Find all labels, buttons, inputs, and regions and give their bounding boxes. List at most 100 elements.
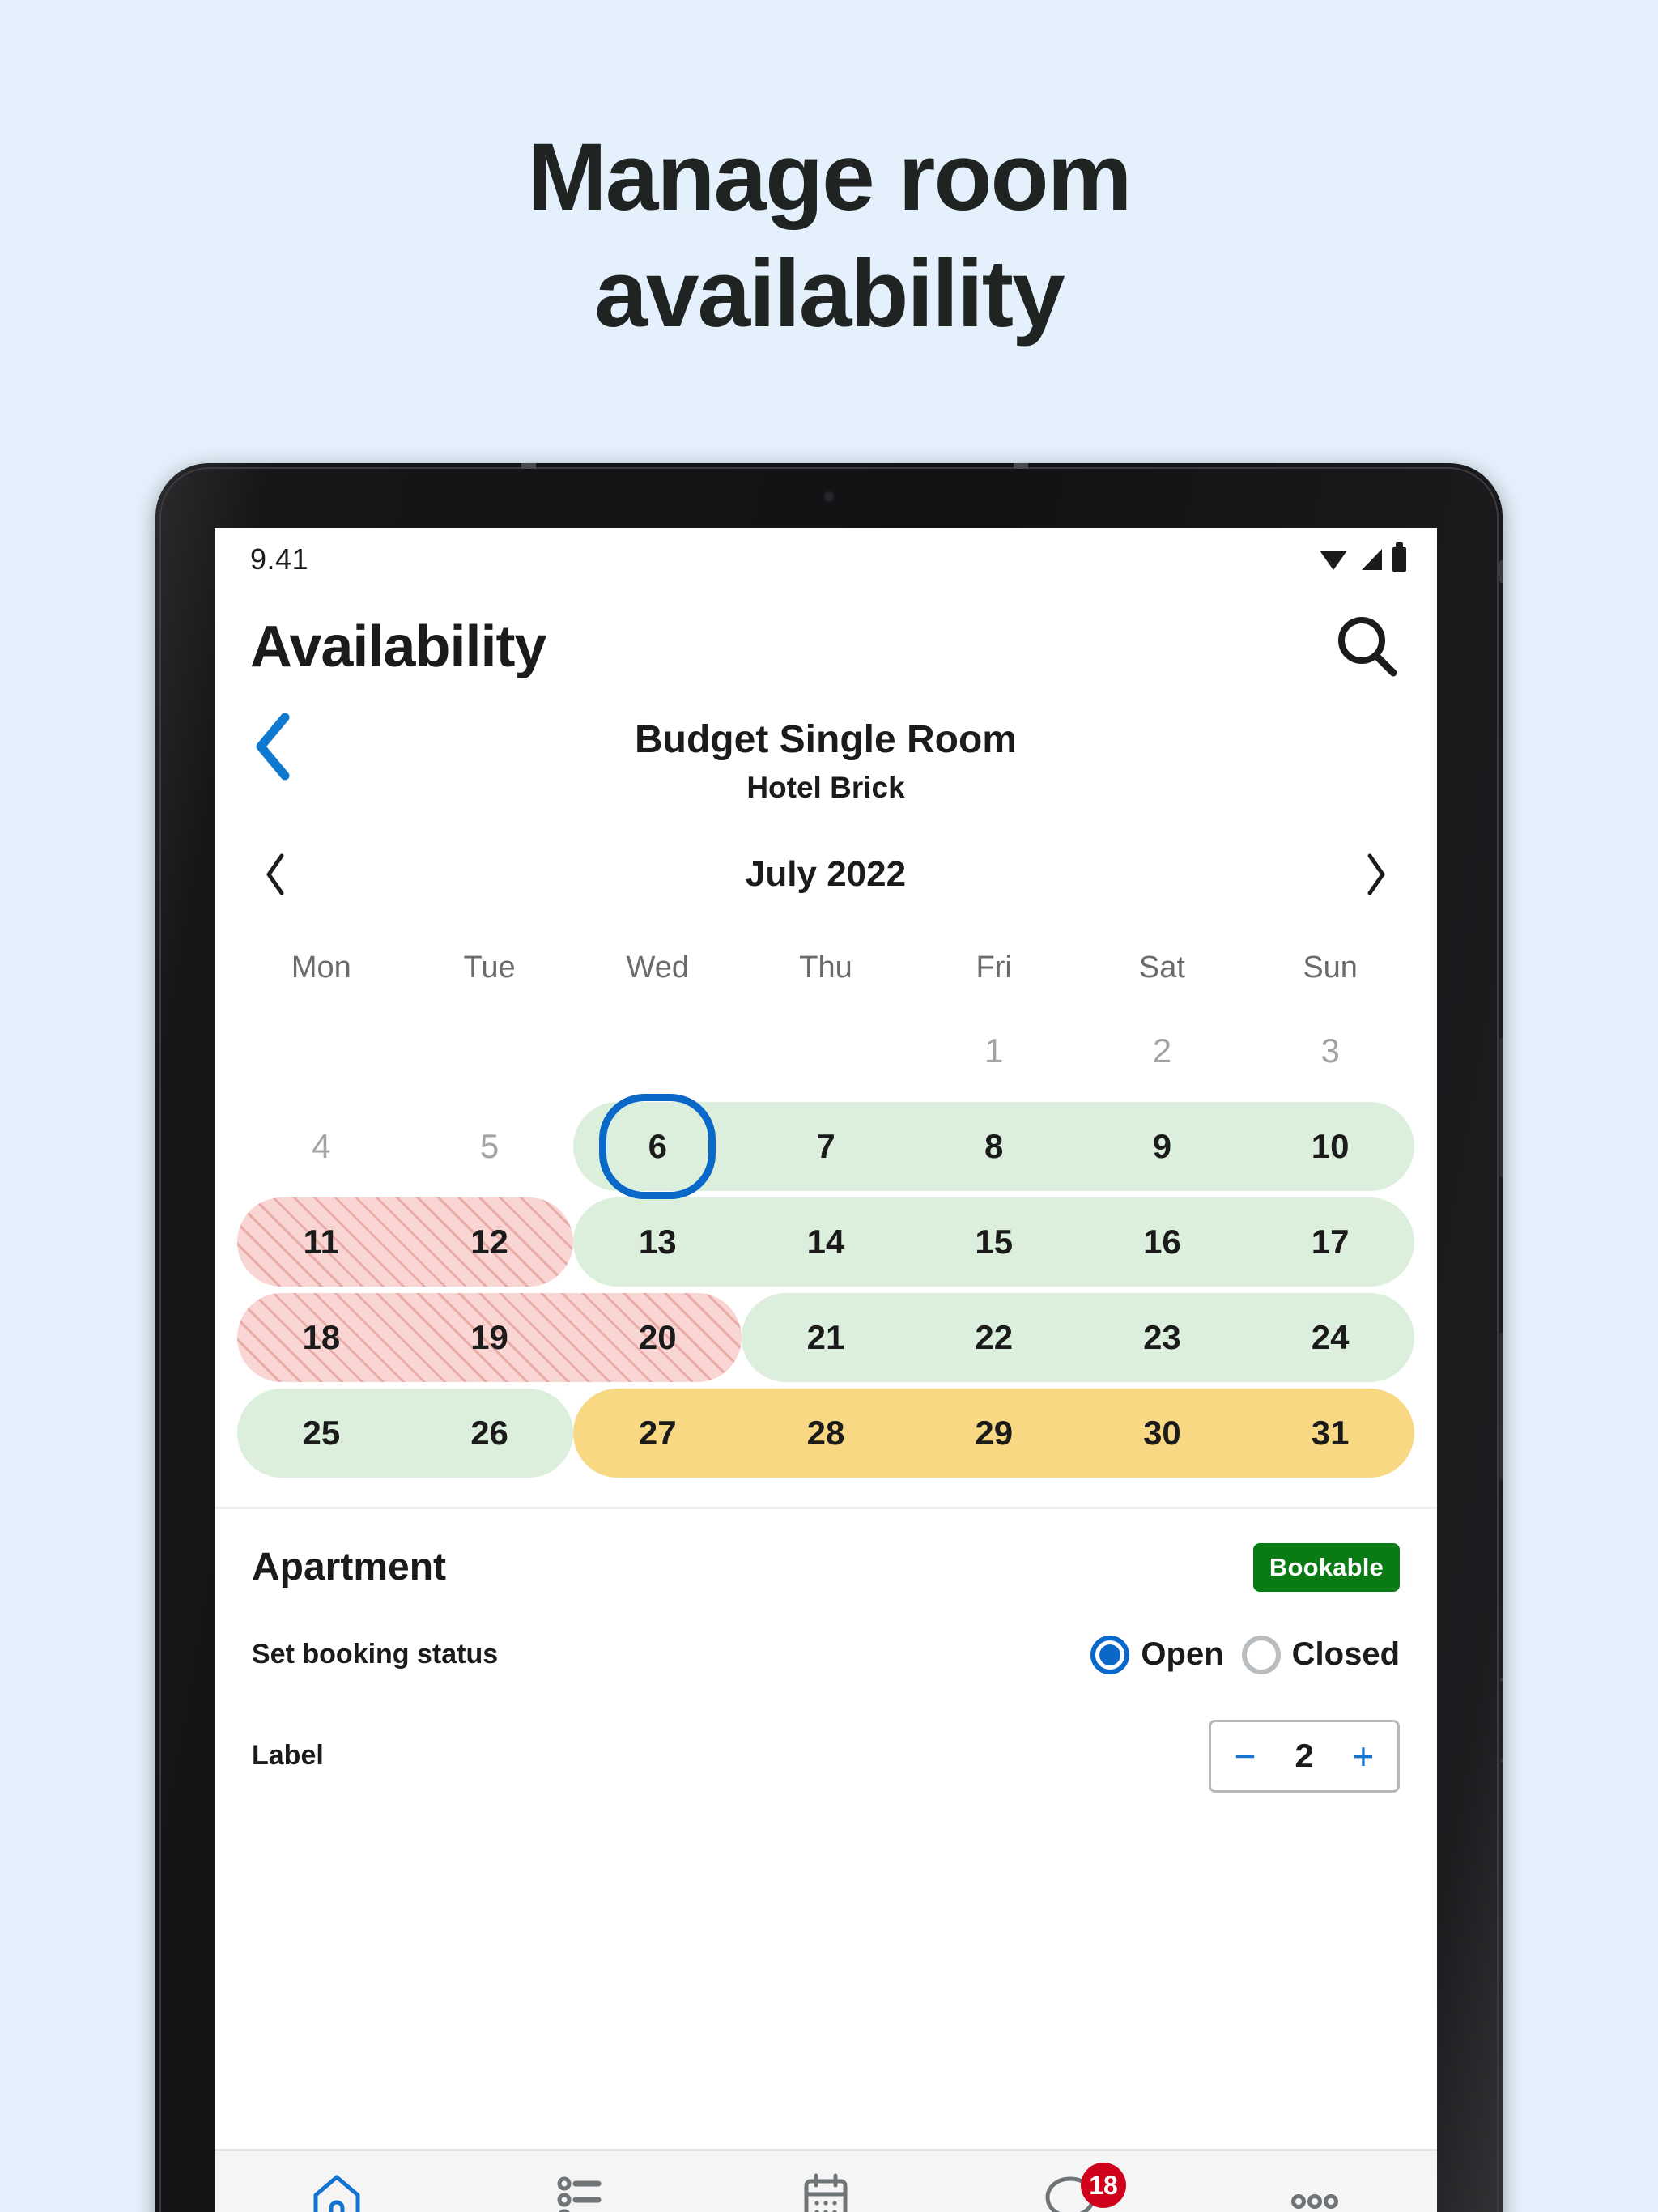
nav-item-home[interactable] bbox=[260, 2169, 414, 2212]
next-month-button[interactable] bbox=[1350, 849, 1401, 900]
wifi-icon bbox=[1320, 551, 1347, 570]
calendar-day[interactable]: 31 bbox=[1246, 1389, 1414, 1478]
list-icon bbox=[557, 2176, 602, 2212]
nav-item-calendar[interactable] bbox=[749, 2169, 903, 2212]
search-button[interactable] bbox=[1330, 610, 1405, 684]
chevron-left-icon bbox=[266, 853, 284, 895]
calendar-day[interactable]: 30 bbox=[1078, 1389, 1247, 1478]
side-seam-top bbox=[1499, 560, 1503, 583]
stepper-decrement-button[interactable]: − bbox=[1229, 1738, 1261, 1775]
calendar-day[interactable]: 2 bbox=[1078, 1006, 1247, 1095]
stepper-value: 2 bbox=[1295, 1736, 1314, 1775]
calendar-day[interactable]: 12 bbox=[406, 1197, 574, 1287]
calendar-day[interactable]: 19 bbox=[406, 1293, 574, 1382]
nav-item-messages[interactable]: 18 bbox=[993, 2163, 1147, 2212]
calendar-day[interactable]: 5 bbox=[406, 1102, 574, 1191]
calendar-day[interactable]: 21 bbox=[742, 1293, 910, 1382]
calendar-day[interactable]: 11 bbox=[237, 1197, 406, 1287]
previous-month-button[interactable] bbox=[250, 849, 302, 900]
calendar-day[interactable]: 9 bbox=[1078, 1102, 1247, 1191]
room-name: Budget Single Room bbox=[635, 718, 1017, 761]
calendar-day[interactable]: 24 bbox=[1246, 1293, 1414, 1382]
calendar-day[interactable]: 26 bbox=[406, 1389, 574, 1478]
calendar-weeks: 1 2 3 4 5 6 7 8 9 10 11 12 13 14 15 16 17 18 19 20 21 22 23 24 2… bbox=[237, 1006, 1414, 1478]
headline-line-2: availability bbox=[594, 240, 1065, 347]
calendar-day[interactable]: 15 bbox=[910, 1197, 1078, 1287]
nav-item-list[interactable] bbox=[504, 2169, 658, 2212]
calendar-day-empty bbox=[406, 1006, 574, 1095]
status-badge: Bookable bbox=[1252, 1542, 1400, 1592]
calendar-day-grid: 11 12 13 14 15 16 17 bbox=[237, 1197, 1414, 1287]
calendar-day[interactable]: 8 bbox=[910, 1102, 1078, 1191]
calendar-day[interactable]: 18 bbox=[237, 1293, 406, 1382]
radio-option-open[interactable]: Open bbox=[1090, 1635, 1224, 1674]
calendar-week-row: 4 5 6 7 8 9 10 bbox=[237, 1101, 1414, 1191]
calendar-day[interactable]: 17 bbox=[1246, 1197, 1414, 1287]
room-header: Budget Single Room Hotel Brick bbox=[215, 703, 1437, 819]
calendar-day-empty bbox=[237, 1006, 406, 1095]
calendar-day[interactable]: 3 bbox=[1246, 1006, 1414, 1095]
home-icon bbox=[313, 2175, 360, 2212]
back-button[interactable] bbox=[236, 708, 313, 785]
calendar-day[interactable]: 6 bbox=[573, 1102, 742, 1191]
calendar-day[interactable]: 29 bbox=[910, 1389, 1078, 1478]
calendar-weekday: Thu bbox=[799, 950, 852, 985]
calendar-weekday: Sun bbox=[1303, 950, 1358, 985]
calendar-day-grid: 123 bbox=[237, 1006, 1414, 1095]
calendar-weekday: Tue bbox=[463, 950, 516, 985]
radio-closed[interactable] bbox=[1241, 1635, 1281, 1674]
calendar-day-grid: 25 26 27 28 29 30 31 bbox=[237, 1389, 1414, 1478]
status-icons bbox=[1319, 542, 1406, 572]
calendar-day[interactable]: 22 bbox=[910, 1293, 1078, 1382]
device-frame: 9.41 Availability Budget Single Room Hot… bbox=[155, 463, 1503, 2212]
battery-icon bbox=[1392, 542, 1406, 572]
calendar-day[interactable]: 27 bbox=[573, 1389, 742, 1478]
calendar-weekday-row: Mon Tue Wed Thu Fri Sat Sun bbox=[237, 933, 1414, 1006]
calendar-day[interactable]: 14 bbox=[742, 1197, 910, 1287]
detail-panel: Apartment Bookable Set booking status Op… bbox=[215, 1509, 1437, 1793]
stepper-increment-button[interactable]: + bbox=[1347, 1738, 1380, 1775]
calendar-day[interactable]: 7 bbox=[742, 1102, 910, 1191]
calendar-day[interactable]: 23 bbox=[1078, 1293, 1247, 1382]
nav-item-more[interactable] bbox=[1238, 2169, 1392, 2212]
front-camera bbox=[823, 491, 835, 503]
calendar-icon bbox=[804, 2173, 848, 2212]
chevron-left-icon bbox=[256, 713, 290, 781]
calendar-day[interactable]: 4 bbox=[237, 1102, 406, 1191]
volume-up-button[interactable] bbox=[1499, 1038, 1503, 1177]
calendar-day[interactable]: 25 bbox=[237, 1389, 406, 1478]
antenna-seam-left bbox=[521, 463, 536, 469]
calendar-day[interactable]: 28 bbox=[742, 1389, 910, 1478]
app-bar: Availability bbox=[215, 591, 1437, 703]
calendar-weekday: Sat bbox=[1138, 950, 1185, 985]
calendar-day[interactable]: 10 bbox=[1246, 1102, 1414, 1191]
status-bar: 9.41 bbox=[215, 528, 1437, 591]
calendar-day[interactable]: 1 bbox=[910, 1006, 1078, 1095]
chevron-right-icon bbox=[1367, 853, 1385, 895]
month-label: July 2022 bbox=[745, 853, 907, 894]
quantity-stepper: − 2 + bbox=[1209, 1719, 1400, 1793]
status-time: 9.41 bbox=[250, 542, 309, 576]
radio-option-closed[interactable]: Closed bbox=[1241, 1635, 1400, 1674]
panel-header-row: Apartment Bookable bbox=[252, 1542, 1400, 1592]
volume-down-button[interactable] bbox=[1499, 1333, 1503, 1480]
calendar-day[interactable]: 16 bbox=[1078, 1197, 1247, 1287]
calendar-weekday: Wed bbox=[626, 950, 689, 985]
more-icon bbox=[1291, 2194, 1338, 2209]
page-title: Availability bbox=[250, 615, 546, 679]
label-row: Label − 2 + bbox=[252, 1719, 1400, 1793]
calendar-day[interactable]: 13 bbox=[573, 1197, 742, 1287]
radio-open[interactable] bbox=[1090, 1635, 1130, 1674]
calendar-day-grid: 4 5 6 7 8 9 10 bbox=[237, 1102, 1414, 1191]
calendar-day[interactable]: 20 bbox=[573, 1293, 742, 1382]
booking-status-radio-group: Open Closed bbox=[1090, 1635, 1400, 1674]
calendar-weekday: Fri bbox=[976, 950, 1012, 985]
bottom-navigation: 18 bbox=[215, 2149, 1437, 2212]
radio-open-label: Open bbox=[1141, 1636, 1224, 1673]
calendar-week-row: 123 bbox=[237, 1006, 1414, 1095]
label-field-label: Label bbox=[252, 1740, 324, 1772]
calendar-day-grid: 18 19 20 21 22 23 24 bbox=[237, 1293, 1414, 1382]
cellular-signal-icon bbox=[1362, 549, 1382, 570]
calendar-week-row: 25 26 27 28 29 30 31 bbox=[237, 1388, 1414, 1478]
side-dot-lower bbox=[1500, 1759, 1503, 1763]
